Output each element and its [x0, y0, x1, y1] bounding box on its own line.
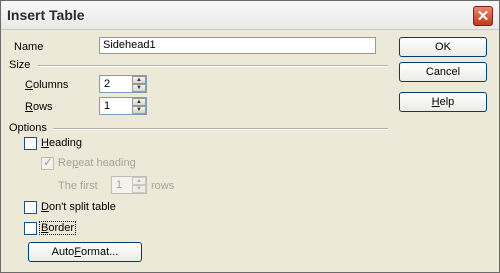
heading-checkbox[interactable] — [24, 137, 37, 150]
cancel-button[interactable]: Cancel — [399, 62, 487, 82]
rows-spinbox[interactable]: 1 ▲ ▼ — [99, 97, 147, 115]
columns-down-arrow-icon[interactable]: ▼ — [132, 84, 146, 92]
rows-value: 1 — [104, 100, 111, 112]
dont-split-table-checkbox[interactable] — [24, 201, 37, 214]
columns-value: 2 — [104, 78, 111, 90]
rows-down-arrow-icon[interactable]: ▼ — [132, 106, 146, 114]
size-divider — [38, 65, 388, 67]
first-rows-spinbox[interactable]: 1 ▲ ▼ — [111, 176, 147, 194]
insert-table-dialog: Insert Table ✕ Name Sidehead1 Size Colum… — [0, 0, 500, 273]
rows-label: Rows — [25, 101, 53, 113]
title-bar[interactable]: Insert Table ✕ — [1, 1, 499, 30]
border-label: Border — [39, 221, 77, 235]
autoformat-label: AutoFormat... — [51, 246, 119, 258]
dont-split-table-label: Don't split table — [41, 201, 116, 213]
ok-button[interactable]: OK — [399, 37, 487, 57]
first-rows-label: The first — [58, 180, 98, 192]
options-section-label: Options — [9, 122, 47, 134]
columns-label: Columns — [25, 79, 69, 91]
columns-up-arrow-icon[interactable]: ▲ — [132, 76, 146, 84]
name-label: Name — [14, 41, 44, 53]
help-label: Help — [431, 96, 455, 108]
ok-label: OK — [435, 41, 451, 53]
name-input[interactable]: Sidehead1 — [99, 37, 376, 54]
checkmark-icon: ✓ — [43, 155, 54, 169]
help-button[interactable]: Help — [399, 92, 487, 112]
first-rows-down-arrow-icon[interactable]: ▼ — [132, 185, 146, 193]
options-divider — [53, 128, 388, 130]
dialog-title: Insert Table — [7, 7, 85, 23]
first-rows-up-arrow-icon[interactable]: ▲ — [132, 177, 146, 185]
autoformat-button[interactable]: AutoFormat... — [28, 242, 142, 262]
repeat-heading-label: Repeat heading — [58, 157, 136, 169]
border-checkbox[interactable] — [24, 222, 37, 235]
close-button[interactable]: ✕ — [473, 6, 493, 26]
name-value: Sidehead1 — [103, 39, 156, 51]
cancel-label: Cancel — [425, 66, 461, 78]
first-rows-suffix: rows — [151, 180, 175, 192]
first-rows-value: 1 — [116, 179, 123, 191]
close-icon: ✕ — [476, 7, 490, 25]
heading-label: Heading — [41, 137, 82, 149]
rows-up-arrow-icon[interactable]: ▲ — [132, 98, 146, 106]
repeat-heading-checkbox[interactable]: ✓ — [41, 155, 54, 170]
columns-spinbox[interactable]: 2 ▲ ▼ — [99, 75, 147, 93]
size-section-label: Size — [9, 59, 31, 71]
